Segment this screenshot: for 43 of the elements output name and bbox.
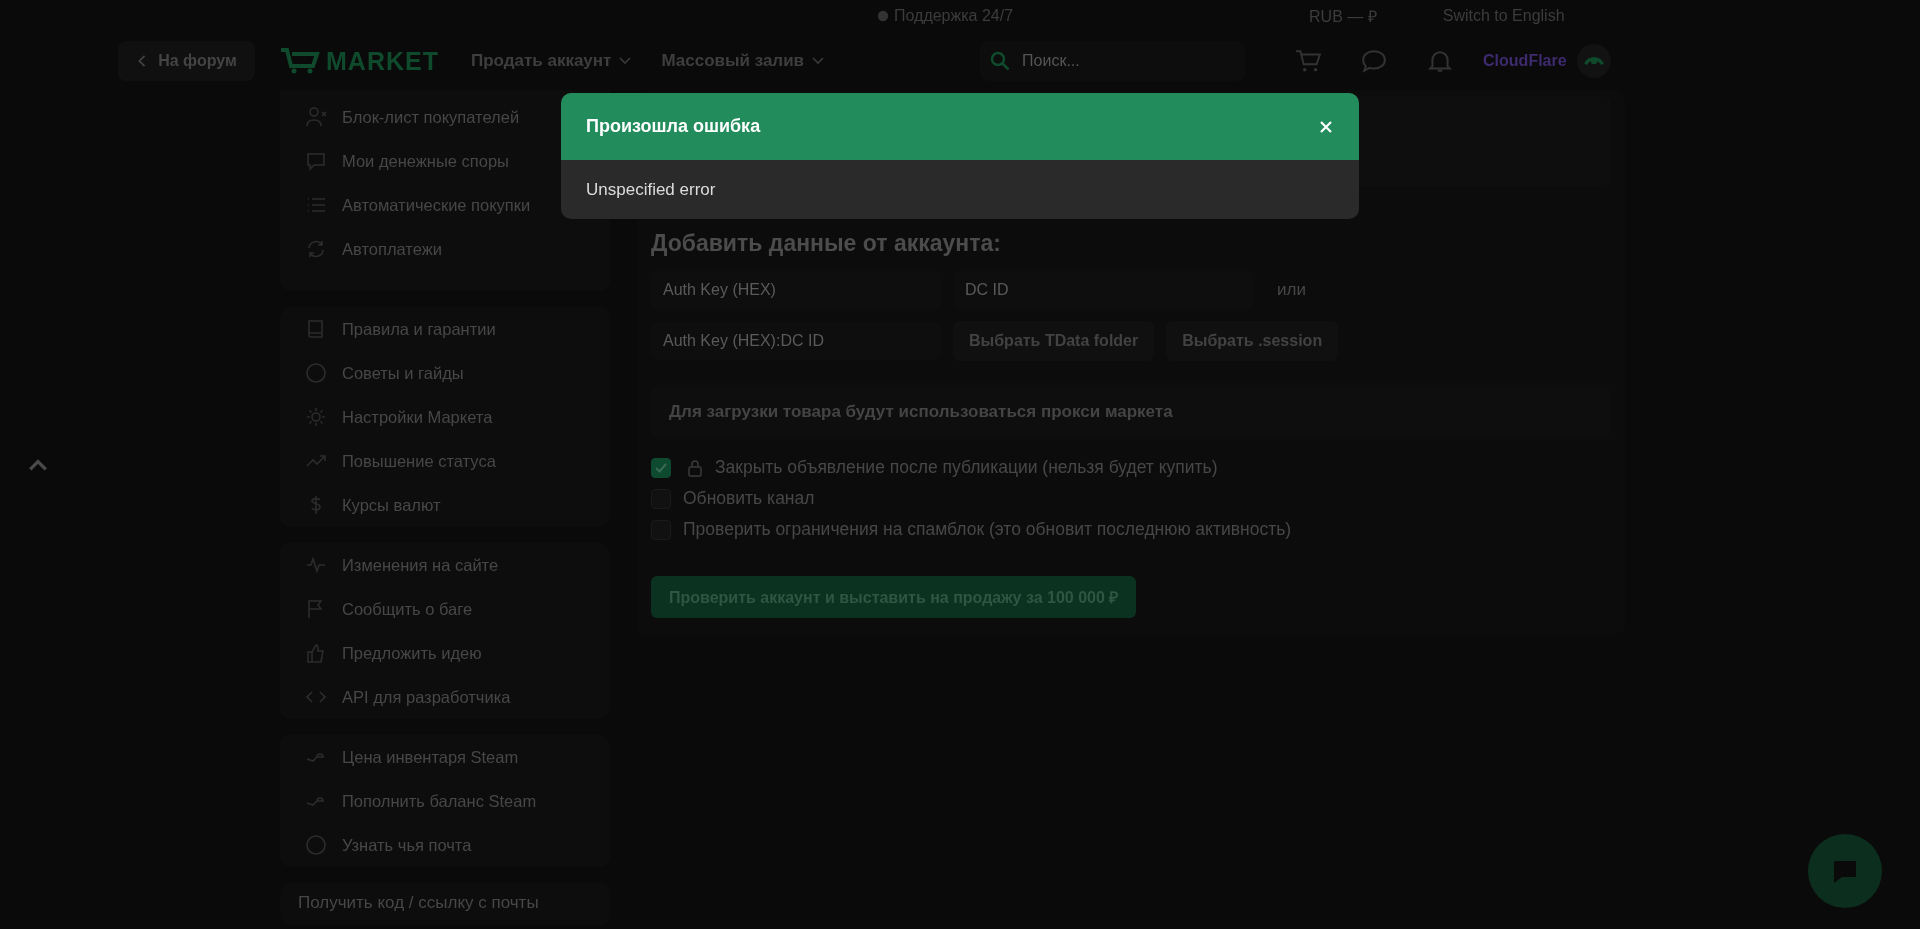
scroll-to-top-icon[interactable]	[28, 458, 48, 472]
sidebar-item[interactable]: Правила и гарантии	[280, 307, 610, 351]
sidebar-item[interactable]: Сообщить о баге	[280, 587, 610, 631]
market-logo[interactable]: MARKET	[280, 46, 439, 76]
sidebar-item[interactable]: Предложить идею	[280, 631, 610, 675]
chat-icon	[306, 151, 326, 171]
or-label: или	[1277, 280, 1306, 300]
sidebar-item[interactable]: API для разработчика	[280, 675, 610, 719]
search-icon	[990, 51, 1011, 71]
circle-icon	[306, 363, 326, 383]
pulse-icon	[306, 555, 326, 575]
circle-icon	[306, 835, 326, 855]
section-heading: Добавить данные от аккаунта:	[651, 230, 1002, 257]
username-link[interactable]: CloudFlare	[1483, 52, 1567, 70]
cart-icon	[280, 48, 320, 74]
user-icon	[306, 107, 326, 127]
book-icon	[306, 319, 326, 339]
sidebar-item[interactable]: Изменения на сайте	[280, 543, 610, 587]
sidebar-item[interactable]: Пополнить баланс Steam	[280, 779, 610, 823]
sidebar-item[interactable]: Автоплатежи	[280, 227, 610, 271]
close-icon[interactable]	[1319, 119, 1333, 134]
sidebar-item[interactable]: Цена инвентаря Steam	[280, 735, 610, 779]
check-icon	[655, 462, 667, 473]
bell-icon[interactable]	[1427, 49, 1454, 73]
sidebar-link[interactable]: Получить код / ссылку с почты	[298, 893, 539, 912]
sidebar-item[interactable]: Настройки Маркета	[280, 395, 610, 439]
sidebar-item[interactable]: Повышение статуса	[280, 439, 610, 483]
sidebar-item[interactable]: Узнать чья почта	[280, 823, 610, 867]
thumb-icon	[306, 643, 326, 663]
chat-button[interactable]	[1808, 834, 1882, 908]
checkbox-label: Проверить ограничения на спамблок (это обновит последнюю активность)	[683, 519, 1292, 540]
chevron-down-icon	[812, 55, 825, 67]
avatar-icon[interactable]	[1576, 44, 1611, 78]
checkbox[interactable]	[651, 457, 671, 478]
chevron-down-icon	[619, 55, 632, 67]
dialog-title: Произошла ошибка	[586, 116, 761, 137]
cart-icon[interactable]	[1295, 49, 1322, 73]
search-input[interactable]: Поиск...	[1020, 51, 1225, 71]
checkbox-label: Обновить канал	[683, 488, 815, 509]
repeat-icon	[306, 239, 326, 259]
checkbox-label: Закрыть объявление после публикации (нельзя будет купить)	[715, 457, 1218, 478]
sidebar-item[interactable]: Курсы валют	[280, 483, 610, 527]
sidebar-item[interactable]: Советы и гайды	[280, 351, 610, 395]
